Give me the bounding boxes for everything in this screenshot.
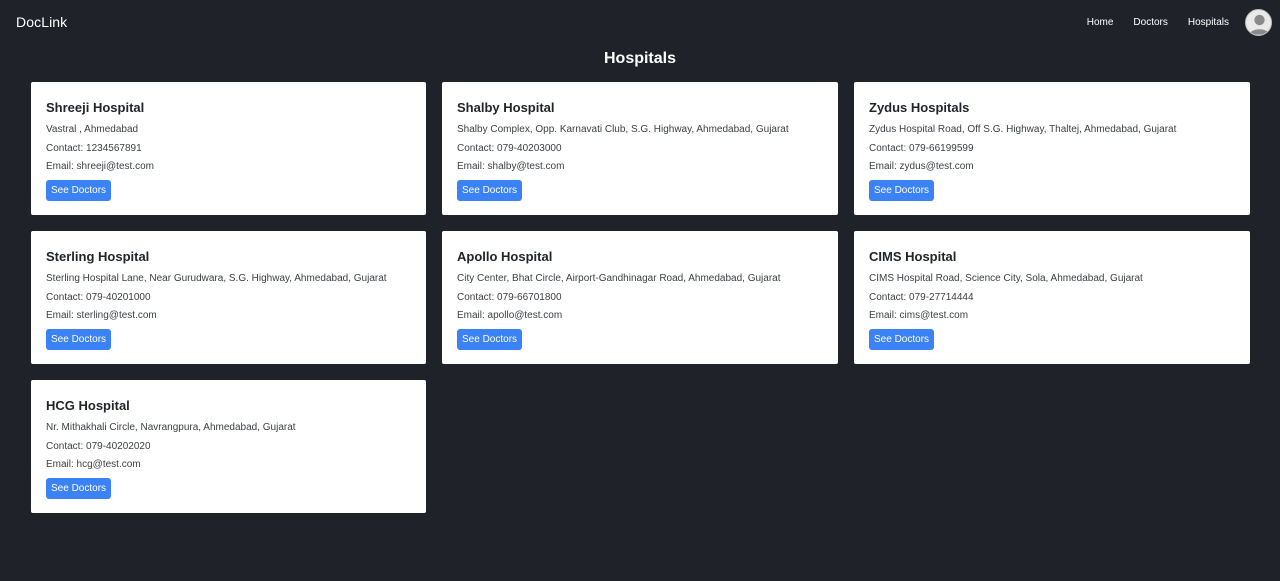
hospital-email: Email: zydus@test.com <box>869 161 974 173</box>
page-title: Hospitals <box>603 50 676 67</box>
hospital-card: Apollo Hospital City Center, Bhat Circle… <box>442 231 838 364</box>
hospital-card: Sterling Hospital Sterling Hospital Lane… <box>31 231 426 364</box>
see-doctors-button[interactable]: See Doctors <box>46 328 112 350</box>
hospital-card: Shreeji Hospital Vastral , Ahmedabad Con… <box>31 82 426 215</box>
hospital-name: Shalby Hospital <box>457 100 555 115</box>
see-doctors-button[interactable]: See Doctors <box>869 179 935 201</box>
hospital-card: CIMS Hospital CIMS Hospital Road, Scienc… <box>854 231 1250 364</box>
hospital-address: Sterling Hospital Lane, Near Gurudwara, … <box>46 273 387 284</box>
hospital-name: Apollo Hospital <box>457 249 553 264</box>
see-doctors-button[interactable]: See Doctors <box>46 179 112 201</box>
see-doctors-button[interactable]: See Doctors <box>457 328 523 350</box>
hospital-card: Shalby Hospital Shalby Complex, Opp. Kar… <box>442 82 838 215</box>
hospital-email: Email: sterling@test.com <box>46 310 157 322</box>
see-doctors-button[interactable]: See Doctors <box>46 477 112 499</box>
hospital-name: Sterling Hospital <box>46 249 150 264</box>
nav-link-hospitals[interactable]: Hospitals <box>1188 17 1229 28</box>
hospital-contact: Contact: 1234567891 <box>46 142 142 154</box>
hospital-grid: Shreeji Hospital Vastral , Ahmedabad Con… <box>31 82 1250 513</box>
hospital-contact: Contact: 079-66701800 <box>457 291 562 303</box>
hospital-contact: Contact: 079-66199599 <box>869 142 974 154</box>
hospital-email: Email: shalby@test.com <box>457 161 565 173</box>
brand-logo[interactable]: DocLink <box>16 14 67 30</box>
nav-link-home[interactable]: Home <box>1087 17 1114 28</box>
hospital-name: Zydus Hospitals <box>869 100 970 115</box>
see-doctors-button[interactable]: See Doctors <box>869 328 935 350</box>
hospital-contact: Contact: 079-27714444 <box>869 291 974 303</box>
hospital-email: Email: cims@test.com <box>869 310 969 322</box>
nav-link-doctors[interactable]: Doctors <box>1133 17 1167 28</box>
hospital-email: Email: hcg@test.com <box>46 459 141 471</box>
hospital-contact: Contact: 079-40203000 <box>457 142 562 154</box>
see-doctors-button[interactable]: See Doctors <box>457 179 523 201</box>
top-navbar: DocLink Home Doctors Hospitals <box>0 0 1280 44</box>
hospital-email: Email: apollo@test.com <box>457 310 563 322</box>
hospital-address: Vastral , Ahmedabad <box>46 124 139 135</box>
hospital-address: CIMS Hospital Road, Science City, Sola, … <box>869 273 1143 284</box>
hospital-name: Shreeji Hospital <box>46 100 145 115</box>
hospital-card: HCG Hospital Nr. Mithakhali Circle, Navr… <box>31 380 426 513</box>
hospital-name: CIMS Hospital <box>869 249 957 264</box>
nav-links: Home Doctors Hospitals <box>1087 8 1272 36</box>
hospital-address: Nr. Mithakhali Circle, Navrangpura, Ahme… <box>46 422 296 433</box>
hospital-address: Shalby Complex, Opp. Karnavati Club, S.G… <box>457 124 789 135</box>
hospital-card: Zydus Hospitals Zydus Hospital Road, Off… <box>854 82 1250 215</box>
hospital-email: Email: shreeji@test.com <box>46 161 154 173</box>
hospital-address: City Center, Bhat Circle, Airport-Gandhi… <box>457 273 781 284</box>
hospital-address: Zydus Hospital Road, Off S.G. Highway, T… <box>869 124 1177 135</box>
user-avatar-icon[interactable] <box>1245 8 1272 36</box>
hospital-name: HCG Hospital <box>46 398 130 413</box>
hospital-contact: Contact: 079-40202020 <box>46 440 151 452</box>
hospital-contact: Contact: 079-40201000 <box>46 291 151 303</box>
